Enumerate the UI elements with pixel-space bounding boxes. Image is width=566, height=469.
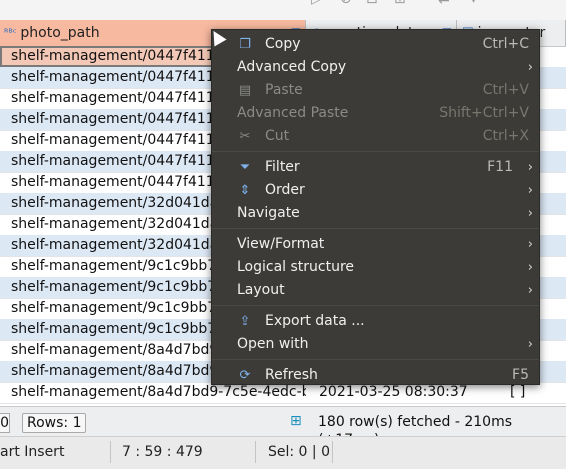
submenu-arrow-icon: › <box>527 237 533 252</box>
menu-item-filter[interactable]: ⏷ Filter F11 › <box>212 156 539 179</box>
rows-count-box[interactable]: Rows: 1 <box>22 413 87 433</box>
fetch-info-icon: ⊞ <box>290 413 302 429</box>
menu-item-layout[interactable]: Layout › <box>212 279 539 302</box>
menu-item-label: Advanced Copy <box>237 59 347 75</box>
menu-item-label: Copy <box>265 36 301 52</box>
menu-item-logical-structure[interactable]: Logical structure › <box>212 256 539 279</box>
editor-status-bar: art Insert 7 : 59 : 479 Sel: 0 | 0 <box>0 436 566 469</box>
menu-item-label: View/Format <box>237 236 325 252</box>
menu-item-accel: Ctrl+V <box>482 82 529 98</box>
menu-separator <box>212 359 539 360</box>
menu-item-export-data[interactable]: ⇪ Export data ... <box>212 310 539 333</box>
toolbar-icon-c[interactable]: ⊞ <box>394 0 406 7</box>
toolbar-arrow-icon[interactable]: ▷ <box>311 0 322 7</box>
menu-item-label: Filter <box>265 159 300 175</box>
submenu-arrow-icon: › <box>527 283 533 298</box>
column-header-label: photo_path <box>20 25 100 41</box>
selection-info: Sel: 0 | 0 <box>268 444 330 460</box>
menu-item-advanced-copy[interactable]: Advanced Copy › <box>212 56 539 79</box>
toolbar-dropdown-icon[interactable]: ▾ <box>470 0 477 7</box>
menu-item-label: Order <box>265 182 305 198</box>
cursor-position: 7 : 59 : 479 <box>122 444 203 460</box>
menu-item-accel: Ctrl+X <box>482 128 529 144</box>
refresh-icon: ⟳ <box>239 368 251 383</box>
paste-icon: ▤ <box>238 83 252 98</box>
submenu-arrow-icon: › <box>527 160 533 175</box>
menu-item-label: Paste <box>265 82 303 98</box>
divider <box>110 441 111 463</box>
toolbar-icon-b[interactable]: ⊡ <box>366 0 378 7</box>
filter-icon: ⏷ <box>239 160 251 175</box>
order-icon: ⇕ <box>239 183 251 198</box>
menu-item-paste[interactable]: ▤ Paste Ctrl+V <box>212 79 539 102</box>
menu-item-label: Export data ... <box>265 313 365 329</box>
toolbar-icon-d[interactable]: ⇄ <box>438 0 450 7</box>
menu-item-label: Layout <box>237 282 285 298</box>
submenu-arrow-icon: › <box>527 183 533 198</box>
submenu-arrow-icon: › <box>527 206 533 221</box>
menu-separator <box>212 305 539 306</box>
menu-item-label: Navigate <box>237 205 300 221</box>
menu-item-advanced-paste[interactable]: Advanced Paste Shift+Ctrl+V <box>212 102 539 125</box>
menu-item-accel: Ctrl+C <box>482 36 529 52</box>
menu-item-cut[interactable]: ✂ Cut Ctrl+X <box>212 125 539 148</box>
divider <box>255 441 256 463</box>
grid-status-bar: 0 Rows: 1 ⊞ 180 row(s) fetched - 210ms (… <box>0 406 566 448</box>
menu-item-accel: F5 <box>512 367 529 383</box>
cut-icon: ✂ <box>239 129 251 144</box>
menu-item-label: Cut <box>265 128 290 144</box>
submenu-arrow-icon: › <box>527 260 533 275</box>
menu-item-label: Open with <box>237 336 309 352</box>
menu-item-label: Advanced Paste <box>237 105 349 121</box>
context-menu: ❐ Copy Ctrl+C Advanced Copy › ▤ Paste Ct… <box>211 29 540 385</box>
top-toolbar: ▷ ⊘ ⊡ ⊞ ⇄ ▾ <box>0 0 566 20</box>
menu-item-accel: F11 <box>487 159 513 175</box>
menu-item-accel: Shift+Ctrl+V <box>439 105 529 121</box>
menu-separator <box>212 151 539 152</box>
left-counter[interactable]: 0 <box>0 413 10 433</box>
toolbar-icon-a[interactable]: ⊘ <box>340 0 352 7</box>
copy-icon: ❐ <box>239 37 251 52</box>
menu-item-refresh[interactable]: ⟳ Refresh F5 <box>212 364 539 387</box>
insert-mode[interactable]: art Insert <box>0 444 64 460</box>
export-icon: ⇪ <box>239 314 251 329</box>
submenu-arrow-icon: › <box>527 337 533 352</box>
menu-item-navigate[interactable]: Navigate › <box>212 202 539 225</box>
menu-item-view-format[interactable]: View/Format › <box>212 233 539 256</box>
submenu-arrow-icon: › <box>527 60 533 75</box>
menu-item-order[interactable]: ⇕ Order › <box>212 179 539 202</box>
menu-item-label: Refresh <box>265 367 318 383</box>
rbc-type-icon: ᴿᴮᶜ <box>4 27 17 39</box>
menu-item-copy[interactable]: ❐ Copy Ctrl+C <box>212 33 539 56</box>
menu-separator <box>212 228 539 229</box>
menu-item-label: Logical structure <box>237 259 355 275</box>
menu-item-open-with[interactable]: Open with › <box>212 333 539 356</box>
divider <box>332 441 333 463</box>
